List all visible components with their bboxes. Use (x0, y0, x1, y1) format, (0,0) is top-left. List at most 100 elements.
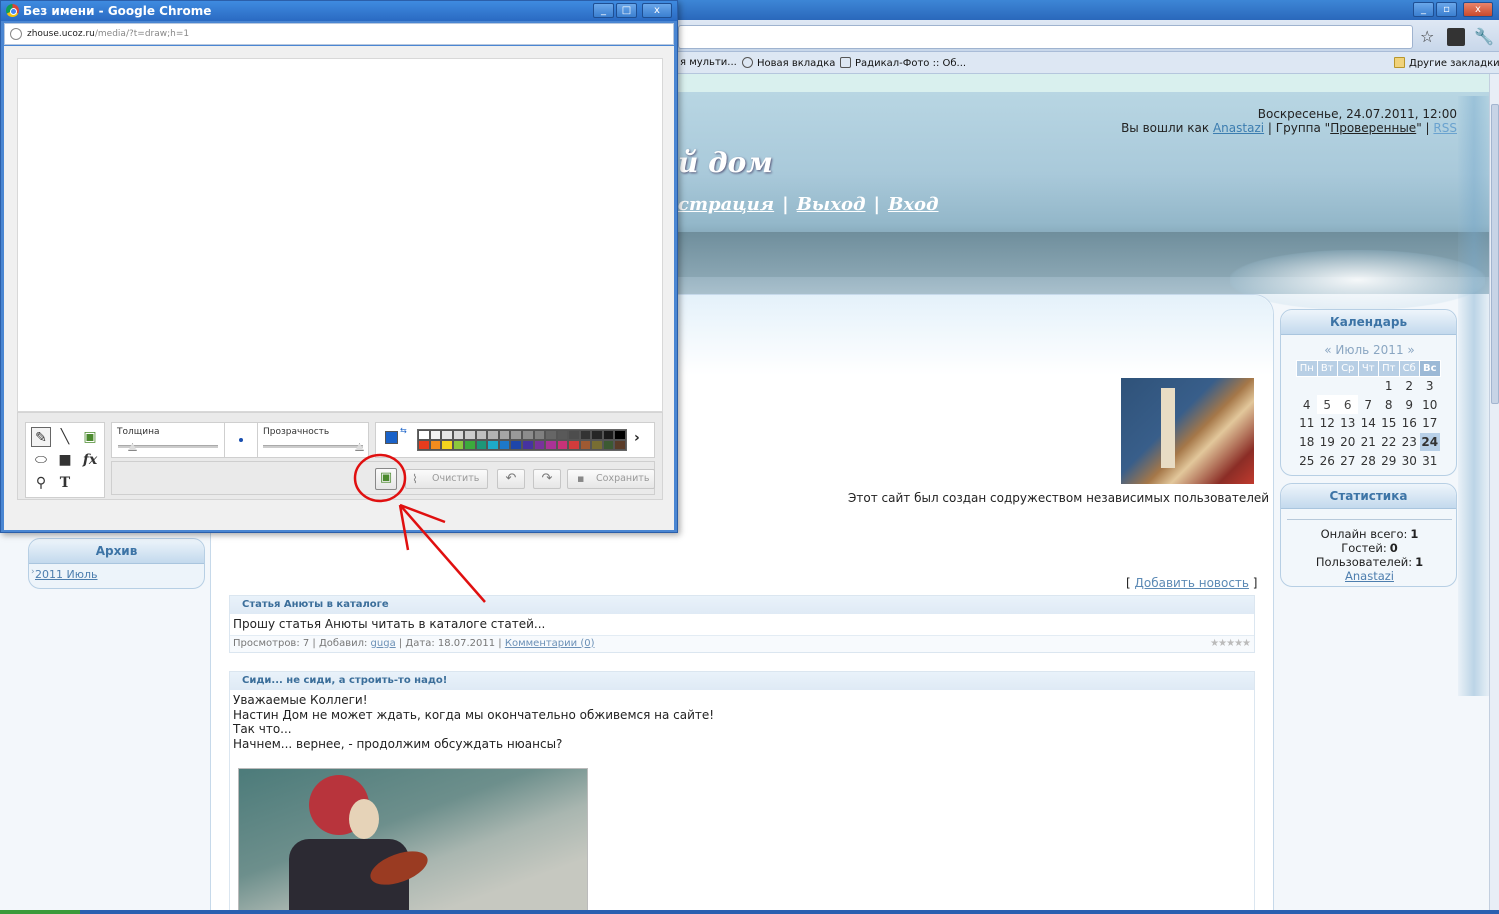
redo-button[interactable]: ↷ (533, 469, 561, 489)
palette-swatch[interactable] (568, 440, 580, 450)
color-panel: ⇆ › (375, 422, 655, 458)
popup-close-button[interactable]: x (642, 3, 672, 18)
palette-swatch[interactable] (521, 440, 534, 450)
group-link[interactable]: Проверенные (1330, 121, 1416, 135)
palette-swatch[interactable] (521, 430, 534, 440)
rss-link[interactable]: RSS (1433, 121, 1457, 135)
palette-swatch[interactable] (464, 440, 476, 450)
color-palette[interactable] (417, 429, 627, 451)
pencil-icon[interactable]: ✎ (31, 427, 51, 447)
palette-swatch[interactable] (568, 430, 580, 440)
bg-minimize-button[interactable]: _ (1413, 2, 1434, 17)
bg-maximize-button[interactable]: ▫ (1436, 2, 1457, 17)
palette-swatch[interactable] (498, 440, 511, 450)
line-icon[interactable]: ╲ (55, 427, 75, 447)
bookmark-item[interactable]: Новая вкладка (742, 57, 835, 69)
page-scrollbar[interactable] (1489, 74, 1499, 914)
palette-swatch[interactable] (510, 430, 522, 440)
effects-icon[interactable]: fx (80, 450, 100, 470)
extension-icon[interactable] (1447, 28, 1465, 46)
palette-swatch[interactable] (429, 430, 442, 440)
weekday: Пт (1378, 360, 1400, 377)
palette-swatch[interactable] (602, 430, 615, 440)
calendar-day[interactable]: 6 (1337, 395, 1358, 414)
popup-minimize-button[interactable]: _ (593, 3, 614, 18)
palette-swatch[interactable] (418, 430, 430, 440)
opacity-slider[interactable] (263, 445, 363, 448)
palette-swatch[interactable] (418, 440, 430, 450)
eyedropper-icon[interactable]: ⚲ (31, 473, 51, 493)
text-tool-icon[interactable]: T (55, 473, 75, 493)
archive-link[interactable]: 2011 Июль (35, 568, 98, 581)
palette-swatch[interactable] (452, 440, 465, 450)
palette-swatch[interactable] (591, 440, 603, 450)
rating-stars-icon[interactable]: ★★★★★ (1210, 638, 1251, 649)
palette-swatch[interactable] (498, 430, 511, 440)
bg-close-button[interactable]: x (1463, 2, 1493, 17)
wrench-icon[interactable]: 🔧 (1474, 28, 1494, 46)
palette-swatch[interactable] (602, 440, 615, 450)
rectangle-icon[interactable]: ■ (55, 450, 75, 470)
stat-label: Пользователей: (1315, 555, 1413, 569)
clear-button[interactable]: ⌇ Очистить (405, 469, 488, 489)
palette-swatch[interactable] (475, 430, 488, 440)
url-path: /media/?t=draw;h=1 (94, 29, 190, 39)
palette-swatch[interactable] (556, 440, 569, 450)
drawing-canvas[interactable] (17, 58, 663, 412)
comments-link[interactable]: Комментарии (0) (505, 638, 595, 649)
ellipse-icon[interactable]: ⬭ (31, 450, 51, 470)
calendar-month-nav[interactable]: « Июль 2011 » (1281, 343, 1456, 357)
bookmark-star-icon[interactable]: ☆ (1420, 28, 1434, 46)
palette-swatch[interactable] (441, 440, 453, 450)
calendar-day[interactable]: 5 (1317, 395, 1338, 414)
calendar-day-today[interactable]: 24 (1419, 432, 1440, 452)
other-bookmarks[interactable]: Другие закладки (1394, 57, 1499, 69)
palette-swatch[interactable] (545, 440, 557, 450)
popup-titlebar[interactable]: Без имени - Google Chrome _ □ x (1, 1, 677, 21)
online-user-link[interactable]: Anastazi (1345, 569, 1394, 583)
palette-swatch[interactable] (614, 430, 626, 440)
bookmark-item[interactable]: я мульти... (680, 57, 737, 68)
palette-swatch[interactable] (591, 430, 603, 440)
palette-swatch[interactable] (475, 440, 488, 450)
entry-title[interactable]: Статья Анюты в каталоге (230, 596, 1254, 614)
add-news-link[interactable]: Добавить новость (1135, 576, 1249, 590)
popup-maximize-button[interactable]: □ (616, 3, 637, 18)
palette-swatch[interactable] (579, 430, 592, 440)
palette-swatch[interactable] (464, 430, 476, 440)
popup-url-bar[interactable]: zhouse.ucoz.ru/media/?t=draw;h=1 (4, 23, 674, 45)
author-link[interactable]: guga (371, 638, 396, 649)
bookmark-item[interactable]: Радикал-Фото :: Об... (840, 57, 966, 69)
nav-login[interactable]: Вход (888, 194, 938, 215)
palette-swatch[interactable] (556, 430, 569, 440)
address-bar[interactable] (678, 25, 1413, 49)
current-color-swatch[interactable] (385, 431, 398, 444)
background-image-button[interactable]: ▣ (375, 468, 397, 490)
chevron-right-icon[interactable]: › (634, 430, 640, 446)
entry-title[interactable]: Сиди... не сиди, а строить-то надо! (230, 672, 1254, 690)
swap-colors-icon[interactable]: ⇆ (400, 426, 407, 435)
nav-registration[interactable]: страция (678, 194, 774, 215)
palette-swatch[interactable] (441, 430, 453, 440)
palette-swatch[interactable] (452, 430, 465, 440)
palette-swatch[interactable] (487, 440, 499, 450)
save-button[interactable]: ▪ Сохранить (567, 469, 655, 489)
palette-swatch[interactable] (533, 440, 546, 450)
palette-swatch[interactable] (579, 440, 592, 450)
user-link[interactable]: Anastazi (1213, 121, 1264, 135)
scrollbar-thumb[interactable] (1491, 104, 1499, 404)
palette-swatch[interactable] (545, 430, 557, 440)
calendar-day (1338, 377, 1359, 396)
undo-button[interactable]: ↶ (497, 469, 525, 489)
nav-separator: | (873, 194, 881, 215)
palette-swatch[interactable] (487, 430, 499, 440)
start-button[interactable] (0, 910, 80, 914)
palette-swatch[interactable] (533, 430, 546, 440)
palette-swatch[interactable] (614, 440, 626, 450)
drawing-toolbar: ✎ ╲ ▣ ⬭ ■ fx ⚲ T Толщина Прозрачность ⇆ … (17, 412, 663, 500)
calendar-day: 12 (1319, 416, 1335, 431)
palette-swatch[interactable] (429, 440, 442, 450)
nav-logout[interactable]: Выход (797, 194, 866, 215)
palette-swatch[interactable] (510, 440, 522, 450)
image-stamp-icon[interactable]: ▣ (80, 427, 100, 447)
